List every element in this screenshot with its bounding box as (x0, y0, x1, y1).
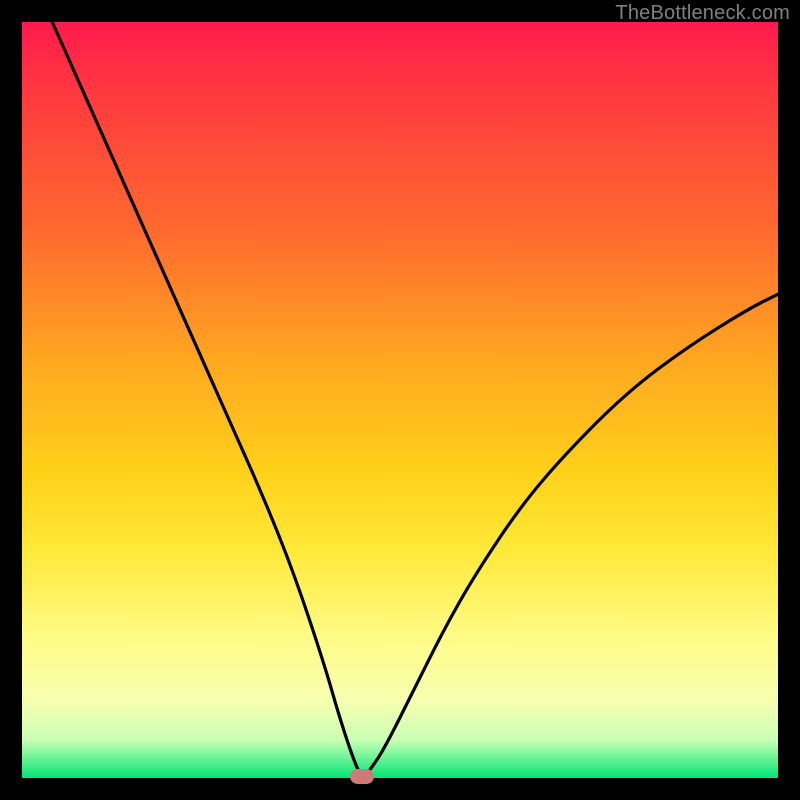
chart-frame: TheBottleneck.com (0, 0, 800, 800)
bottleneck-curve (22, 22, 778, 778)
optimum-marker (350, 769, 374, 784)
plot-area (22, 22, 778, 778)
